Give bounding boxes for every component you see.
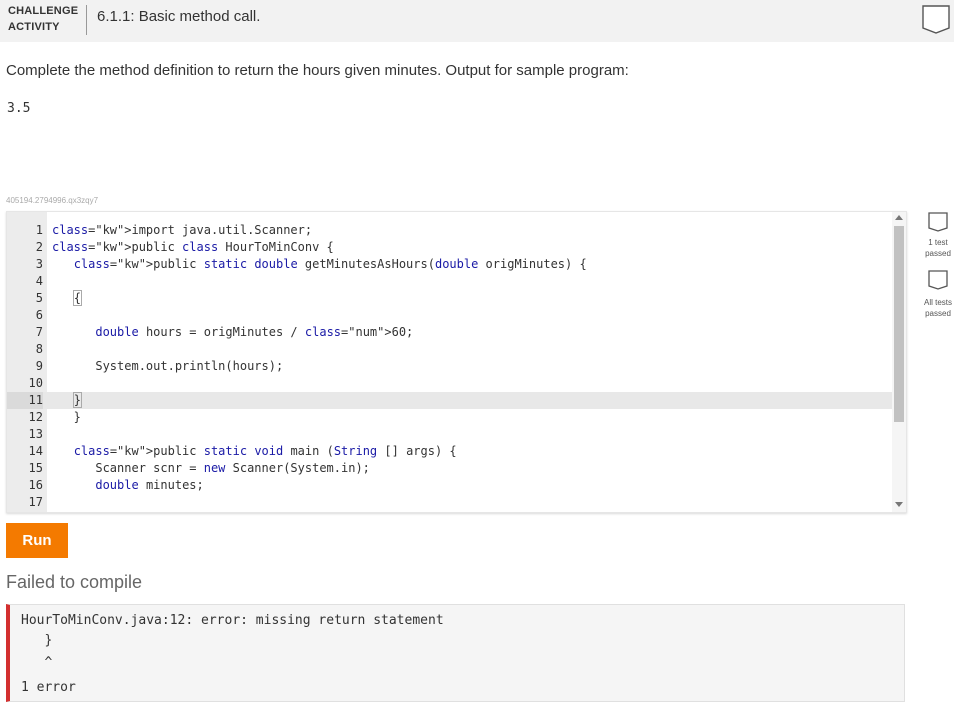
code-line[interactable]: 1 class="kw">import java.util.Scanner; bbox=[7, 222, 892, 239]
header-divider bbox=[86, 5, 87, 35]
code-text[interactable]: } bbox=[52, 392, 82, 409]
compile-status: Failed to compile bbox=[6, 572, 143, 592]
code-text[interactable]: System.out.println(hours); bbox=[52, 358, 283, 375]
activity-title: 6.1.1: Basic method call. bbox=[97, 8, 261, 25]
code-line[interactable]: 8 bbox=[7, 341, 892, 358]
line-number: 3 bbox=[35, 257, 43, 271]
line-number: 1 bbox=[35, 223, 43, 237]
code-line[interactable]: 13 bbox=[7, 426, 892, 443]
error-console: HourToMinConv.java:12: error: missing re… bbox=[6, 604, 905, 702]
code-line[interactable]: 16 double minutes; bbox=[7, 477, 892, 494]
scroll-down-arrow-icon[interactable] bbox=[895, 502, 903, 507]
code-line[interactable]: 6 bbox=[7, 307, 892, 324]
line-number: 14 bbox=[28, 444, 43, 458]
code-text[interactable]: double minutes; bbox=[52, 477, 203, 494]
code-line[interactable]: 3 class="kw">public static double getMin… bbox=[7, 256, 892, 273]
code-line[interactable]: 7 double hours = origMinutes / class="nu… bbox=[7, 324, 892, 341]
code-text[interactable]: Scanner scnr = new Scanner(System.in); bbox=[52, 460, 370, 477]
code-text[interactable]: double hours = origMinutes / class="num"… bbox=[52, 324, 413, 341]
line-number: 5 bbox=[35, 291, 43, 305]
code-editor[interactable]: 1 class="kw">import java.util.Scanner; 2 cl… bbox=[6, 211, 907, 513]
line-number: 11 bbox=[7, 392, 43, 409]
code-text[interactable]: { bbox=[52, 290, 82, 307]
code-line[interactable]: 11 } bbox=[7, 392, 892, 409]
test1-status: 1 test passed bbox=[925, 238, 951, 258]
code-text[interactable]: class="kw">public class HourToMinConv { bbox=[52, 239, 334, 256]
line-number: 15 bbox=[28, 461, 43, 475]
all-tests-badge-icon bbox=[928, 270, 948, 290]
code-text[interactable]: class="kw">public static void main (Stri… bbox=[52, 443, 457, 460]
line-number: 4 bbox=[35, 274, 43, 288]
activity-id: 405194.2794996.qx3zqy7 bbox=[6, 196, 99, 205]
sample-output: 3.5 bbox=[7, 101, 31, 116]
console-line: } bbox=[21, 633, 53, 648]
line-number: 13 bbox=[28, 427, 43, 441]
line-number: 2 bbox=[35, 240, 43, 254]
line-number: 8 bbox=[35, 342, 43, 356]
line-number: 12 bbox=[28, 410, 43, 424]
code-line[interactable]: 10 bbox=[7, 375, 892, 392]
line-number: 16 bbox=[28, 478, 43, 492]
code-line[interactable]: 2 class="kw">public class HourToMinConv { bbox=[7, 239, 892, 256]
code-line[interactable]: 12 } bbox=[7, 409, 892, 426]
instructions-text: Complete the method definition to return… bbox=[6, 62, 629, 79]
run-button[interactable]: Run bbox=[6, 523, 68, 558]
completion-badge-icon bbox=[922, 5, 950, 34]
line-number: 10 bbox=[28, 376, 43, 390]
editor-scrollbar[interactable] bbox=[892, 212, 906, 512]
challenge-activity-label: CHALLENGE ACTIVITY bbox=[8, 5, 79, 33]
code-text[interactable]: } bbox=[52, 409, 81, 426]
scroll-up-arrow-icon[interactable] bbox=[895, 215, 903, 220]
line-number: 7 bbox=[35, 325, 43, 339]
code-line[interactable]: 4 bbox=[7, 273, 892, 290]
scroll-thumb[interactable] bbox=[894, 226, 904, 422]
code-line[interactable]: 5 { bbox=[7, 290, 892, 307]
test-badge-icon bbox=[928, 212, 948, 232]
code-line[interactable]: 14 class="kw">public static void main (S… bbox=[7, 443, 892, 460]
code-line[interactable]: 15 Scanner scnr = new Scanner(System.in)… bbox=[7, 460, 892, 477]
code-text[interactable]: class="kw">public static double getMinut… bbox=[52, 256, 587, 273]
activity-header: CHALLENGE ACTIVITY 6.1.1: Basic method c… bbox=[0, 0, 954, 42]
code-text[interactable]: class="kw">import java.util.Scanner; bbox=[52, 222, 312, 239]
line-number: 9 bbox=[35, 359, 43, 373]
console-line: 1 error bbox=[21, 680, 76, 695]
console-line: HourToMinConv.java:12: error: missing re… bbox=[21, 613, 444, 628]
all-tests-status: All tests passed bbox=[923, 298, 952, 318]
line-number: 17 bbox=[28, 495, 43, 509]
line-number: 6 bbox=[35, 308, 43, 322]
console-line: ^ bbox=[21, 655, 53, 670]
code-line[interactable]: 17 bbox=[7, 494, 892, 511]
code-line[interactable]: 9 System.out.println(hours); bbox=[7, 358, 892, 375]
